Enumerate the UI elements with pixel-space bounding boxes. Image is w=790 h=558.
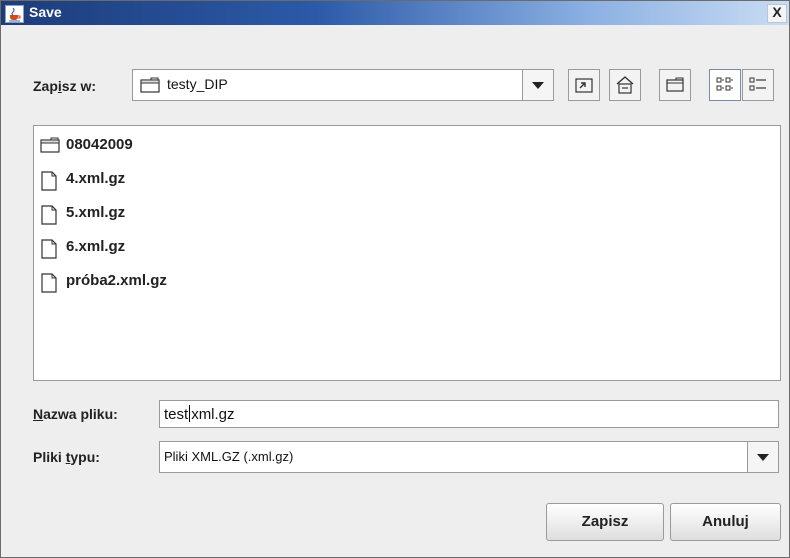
up-folder-icon xyxy=(575,78,593,93)
file-name-label: Nazwa pliku: xyxy=(33,406,118,422)
folder-icon xyxy=(40,137,60,153)
chevron-down-icon[interactable] xyxy=(747,442,778,472)
new-folder-icon xyxy=(666,77,684,92)
file-name: 4.xml.gz xyxy=(66,170,126,187)
list-view-icon xyxy=(716,77,733,91)
details-view-button[interactable] xyxy=(742,69,774,101)
file-type-label: Pliki typu: xyxy=(33,449,100,465)
look-in-label: Zapisz w: xyxy=(33,78,97,94)
window-title: Save xyxy=(29,4,62,20)
title-bar[interactable]: Save X xyxy=(1,1,789,25)
file-icon xyxy=(41,171,57,191)
file-icon xyxy=(41,273,57,293)
file-icon xyxy=(41,205,57,225)
file-icon xyxy=(41,239,57,259)
file-name: 5.xml.gz xyxy=(66,204,126,221)
home-icon xyxy=(616,76,634,94)
cancel-button[interactable]: Anuluj xyxy=(670,503,781,541)
java-cup-icon xyxy=(5,5,24,23)
list-item[interactable]: 4.xml.gz xyxy=(40,168,340,192)
file-name: 6.xml.gz xyxy=(66,238,126,255)
file-name-value: test xml.gz xyxy=(164,405,235,423)
folder-icon xyxy=(140,77,160,93)
file-type-value: Pliki XML.GZ (.xml.gz) xyxy=(164,449,294,464)
save-button[interactable]: Zapisz xyxy=(546,503,664,541)
up-folder-button[interactable] xyxy=(568,69,600,101)
list-item[interactable]: 08042009 xyxy=(40,134,340,158)
list-view-button[interactable] xyxy=(709,69,741,101)
file-name: próba2.xml.gz xyxy=(66,272,167,289)
look-in-combo[interactable]: testy_DIP xyxy=(132,69,554,101)
file-list[interactable]: 08042009 4.xml.gz 5.xml.gz 6.xml.gz prób… xyxy=(33,125,781,381)
chevron-down-icon[interactable] xyxy=(522,70,553,100)
details-view-icon xyxy=(749,77,766,91)
new-folder-button[interactable] xyxy=(659,69,691,101)
list-item[interactable]: 6.xml.gz xyxy=(40,236,340,260)
file-type-select[interactable]: Pliki XML.GZ (.xml.gz) xyxy=(159,441,779,473)
home-button[interactable] xyxy=(609,69,641,101)
look-in-value: testy_DIP xyxy=(167,76,228,92)
file-name-field[interactable]: test xml.gz xyxy=(159,400,779,428)
save-dialog: Save X Zapisz w: testy_DIP 08042009 4.xm… xyxy=(0,0,790,558)
close-button[interactable]: X xyxy=(767,4,787,23)
list-item[interactable]: próba2.xml.gz xyxy=(40,270,340,294)
list-item[interactable]: 5.xml.gz xyxy=(40,202,340,226)
file-name: 08042009 xyxy=(66,136,133,153)
